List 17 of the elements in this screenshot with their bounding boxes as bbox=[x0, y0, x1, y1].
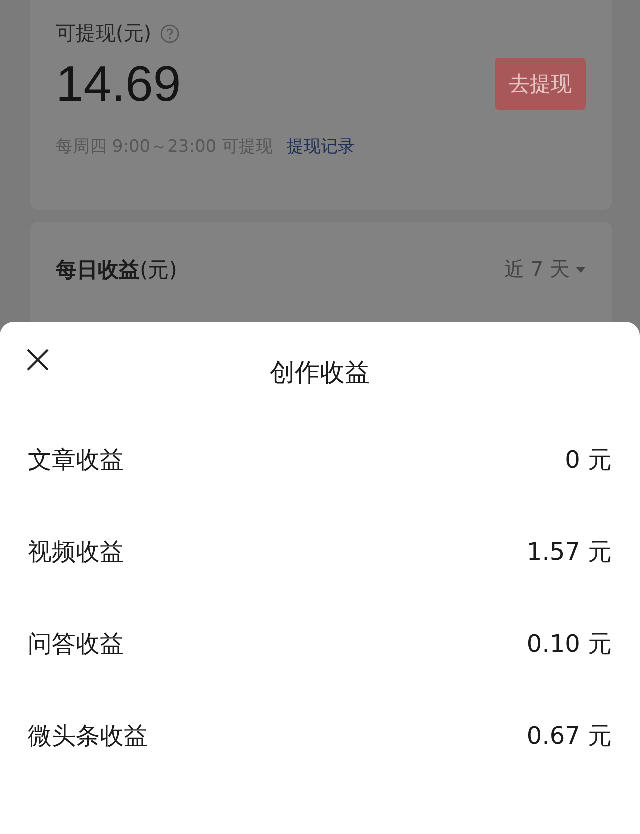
income-label: 视频收益 bbox=[28, 537, 124, 568]
income-label: 文章收益 bbox=[28, 445, 124, 476]
income-value: 0 元 bbox=[565, 445, 612, 476]
history-link[interactable]: 提现记录 bbox=[286, 135, 355, 158]
income-value: 0.10 元 bbox=[526, 629, 612, 660]
balance-amount: 14.69 bbox=[56, 55, 182, 113]
range-dropdown[interactable]: 近 7 天 bbox=[504, 256, 586, 283]
income-label: 微头条收益 bbox=[28, 721, 148, 752]
income-label: 问答收益 bbox=[28, 629, 124, 660]
sheet-title: 创作收益 bbox=[270, 356, 370, 388]
daily-title: 每日收益(元) bbox=[56, 257, 178, 284]
balance-label: 可提现(元) bbox=[56, 20, 152, 47]
withdraw-button[interactable]: 去提现 bbox=[495, 58, 586, 110]
income-value: 0.67 元 bbox=[526, 721, 612, 752]
close-icon[interactable] bbox=[26, 348, 50, 372]
caret-icon bbox=[576, 266, 586, 272]
income-value: 1.57 元 bbox=[526, 537, 612, 568]
